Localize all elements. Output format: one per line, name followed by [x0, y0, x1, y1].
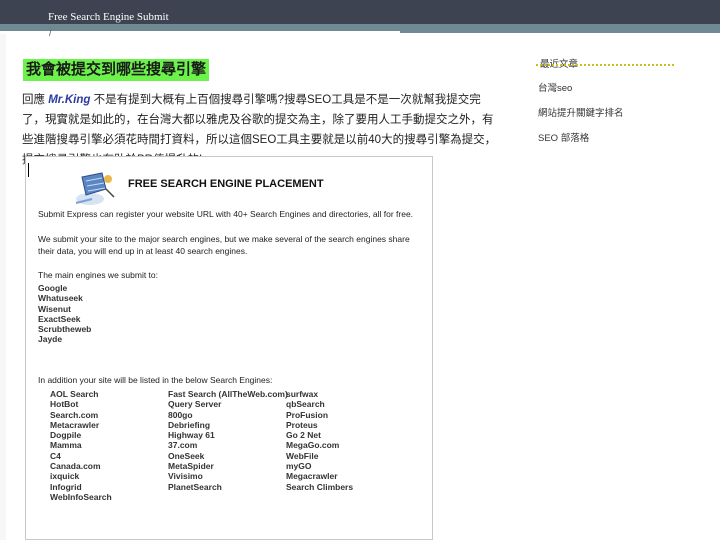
engine-item: Highway 61 — [168, 430, 215, 441]
page-title: Free Search Engine Submit — [48, 11, 169, 23]
main-engines-label: The main engines we submit to: — [38, 270, 159, 280]
engine-item: Fast Search (AllTheWeb.com) — [168, 389, 288, 399]
engine-item: Search.com — [50, 409, 99, 420]
engine-item: MetaSpider — [168, 461, 214, 472]
engine-item: WebFile — [286, 450, 319, 461]
engine-item: ExactSeek — [38, 313, 81, 324]
sidebar-heading: 最近文章 — [540, 59, 579, 70]
engine-column: Fast Search (AllTheWeb.com) Query Server… — [168, 389, 288, 492]
engine-item: Go 2 Net — [286, 430, 321, 441]
article-heading: 我會被提交到哪些搜尋引擎 — [23, 59, 210, 81]
main-engine-list: Google Whatuseek Wisenut ExactSeek Scrub… — [38, 283, 91, 345]
engine-item: Jayde — [38, 334, 63, 345]
engine-item: MegaGo.com — [286, 440, 340, 451]
engine-item: Metacrawler — [50, 419, 100, 430]
engine-item: Mamma — [50, 440, 82, 451]
engine-item: PlanetSearch — [168, 481, 222, 492]
engine-item: AOL Search — [50, 389, 99, 399]
sidebar-link[interactable]: SEO 部落格 — [538, 130, 589, 144]
divider — [0, 31, 400, 34]
intro-line: Submit Express can register your website… — [38, 209, 414, 219]
engine-item: Search Climbers — [286, 481, 354, 492]
engine-item: Scrubtheweb — [38, 324, 92, 335]
engine-item: Wisenut — [38, 303, 71, 314]
engine-column: surfwax qbSearch ProFusion Proteus Go 2 … — [286, 389, 353, 492]
engine-item: myGO — [286, 461, 312, 472]
sidebar-link[interactable]: 台灣seo — [538, 80, 572, 94]
brand-name[interactable]: Mr.King — [48, 94, 90, 106]
engine-item: Google — [38, 283, 68, 293]
engine-item: surfwax — [286, 389, 319, 399]
divider — [430, 34, 700, 37]
satellite-logo-icon — [75, 172, 115, 205]
engine-column: AOL Search HotBot Search.com Metacrawler… — [50, 389, 112, 502]
engine-item: Infogrid — [50, 481, 82, 492]
engine-item: qbSearch — [286, 399, 325, 410]
engine-item: Dogpile — [50, 430, 82, 441]
engine-item: OneSeek — [168, 450, 205, 461]
sidebar-divider — [536, 64, 674, 66]
placement-title: FREE SEARCH ENGINE PLACEMENT — [128, 178, 324, 190]
intro-line: We submit your site to the major search … — [38, 234, 410, 244]
sidebar-link[interactable]: 網站提升關鍵字排名 — [538, 105, 624, 119]
engine-item: 800go — [168, 409, 193, 420]
engine-item: ixquick — [50, 471, 80, 482]
para-intro: 回應 — [22, 94, 45, 106]
engine-item: WebInfoSearch — [50, 491, 112, 502]
engine-item: Vivisimo — [168, 471, 203, 482]
embedded-screenshot: FREE SEARCH ENGINE PLACEMENT Submit Expr… — [25, 156, 433, 540]
engine-item: C4 — [50, 450, 61, 461]
additional-engines-label: In addition your site will be listed in … — [38, 375, 273, 385]
left-margin — [0, 34, 6, 540]
engine-item: Query Server — [168, 399, 222, 410]
engine-item: Proteus — [286, 419, 318, 430]
slash-mark: / — [49, 28, 52, 38]
engine-item: HotBot — [50, 399, 79, 410]
engine-item: Canada.com — [50, 461, 101, 472]
engine-item: Megacrawler — [286, 471, 338, 482]
engine-item: 37.com — [168, 440, 198, 451]
intro-line: their data, you will end up in at least … — [38, 246, 248, 256]
engine-item: Debriefing — [168, 419, 211, 430]
engine-item: Whatuseek — [38, 293, 83, 304]
text-cursor — [28, 163, 29, 177]
engine-item: ProFusion — [286, 409, 329, 420]
